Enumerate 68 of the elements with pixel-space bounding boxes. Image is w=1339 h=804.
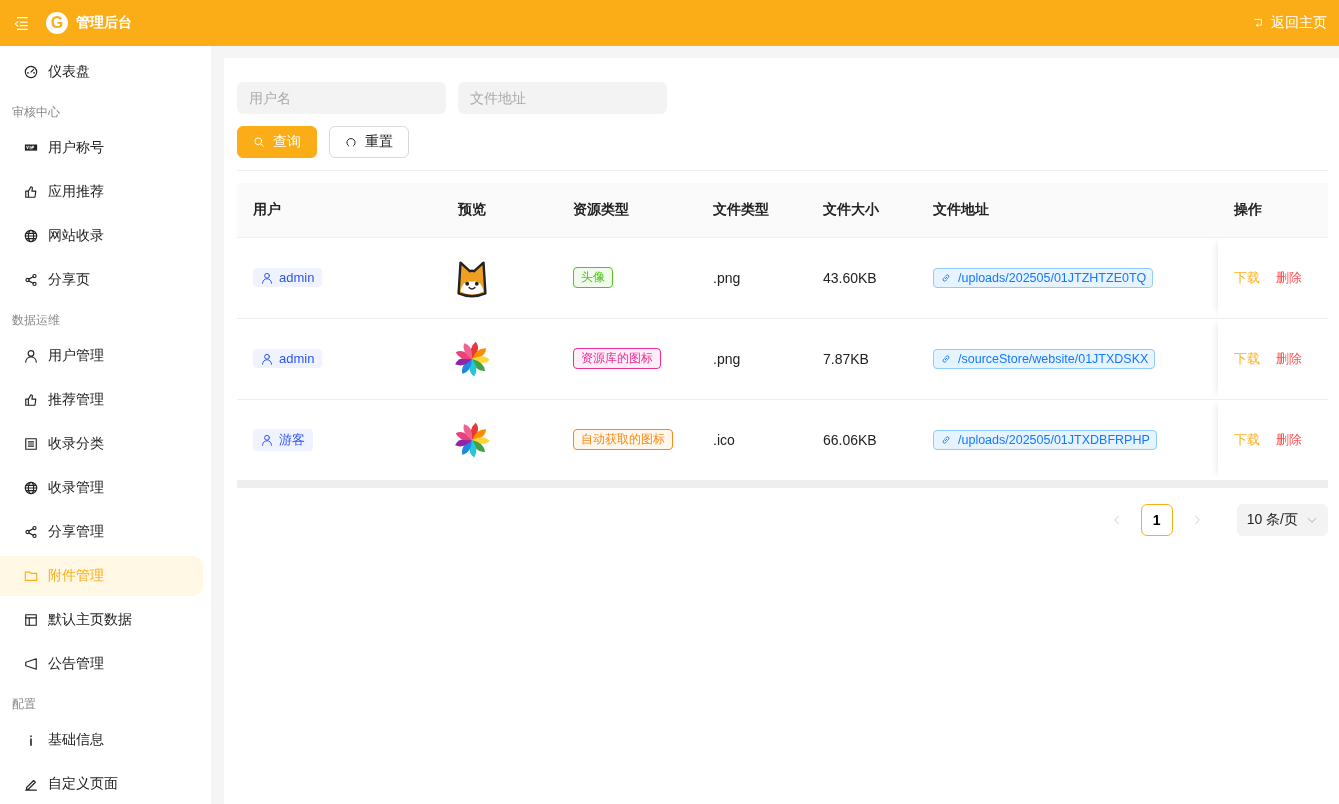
globe-icon — [24, 229, 38, 243]
user-icon — [24, 349, 38, 363]
menu-item[interactable]: 公告管理 — [0, 644, 203, 684]
reset-icon — [345, 136, 357, 148]
column-header: 操作 — [1234, 200, 1262, 217]
megaphone-icon — [24, 657, 38, 671]
file-path-link[interactable]: /sourceStore/website/01JTXDSKX — [933, 348, 1156, 369]
table-cell: 7.87KB — [823, 350, 869, 367]
column-header: 文件类型 — [713, 200, 769, 217]
table-cell: .png — [713, 269, 741, 286]
menu-item[interactable]: 仪表盘 — [0, 52, 203, 92]
user-tag: 游客 — [253, 428, 313, 451]
menu-item[interactable]: 基础信息 — [0, 720, 203, 760]
menu-group-label: 配置 — [11, 695, 37, 713]
menu-item[interactable]: 默认主页数据 — [0, 600, 203, 640]
link-icon — [940, 352, 952, 365]
link-icon — [940, 271, 952, 284]
resource-type-tag: 资源库的图标 — [573, 348, 661, 369]
table-cell: 66.06KB — [823, 431, 877, 448]
menu-item[interactable]: 用户管理 — [0, 336, 203, 376]
user-icon — [261, 271, 273, 284]
menu-item[interactable]: 推荐管理 — [0, 380, 203, 420]
menu-item[interactable]: 用户称号 — [0, 128, 203, 168]
thumbs-up-icon — [24, 185, 38, 199]
folder-icon — [24, 569, 38, 583]
search-field[interactable]: 用户名 — [237, 82, 446, 114]
menu-group-label: 数据运维 — [11, 311, 61, 329]
user-icon — [261, 352, 273, 365]
menu-item[interactable]: 分享管理 — [0, 512, 203, 552]
table-cell: .png — [713, 350, 741, 367]
share-icon — [24, 525, 38, 539]
table-cell: 43.60KB — [823, 269, 877, 286]
link-icon — [940, 433, 952, 446]
app-title: 管理后台 — [76, 14, 132, 32]
menu-item[interactable]: 收录管理 — [0, 468, 203, 508]
column-header: 文件大小 — [823, 200, 879, 217]
table-cell: .ico — [713, 431, 735, 448]
page-size-select[interactable]: 10 条/页 — [1236, 504, 1328, 536]
menu-item[interactable]: 网站收录 — [0, 216, 203, 256]
user-tag: admin — [253, 349, 323, 368]
gauge-icon — [24, 65, 38, 79]
file-path-link[interactable]: /uploads/202505/01JTXDBFRPHP — [933, 429, 1157, 450]
menu-group-label: 审核中心 — [11, 103, 61, 121]
menu-item[interactable]: 应用推荐 — [0, 172, 203, 212]
resource-type-tag: 自动获取的图标 — [573, 429, 673, 451]
thumbs-up-icon — [24, 393, 38, 407]
column-header: 文件地址 — [933, 200, 989, 217]
page-button[interactable]: 1 — [1140, 504, 1173, 536]
file-path-link[interactable]: /uploads/202505/01JTZHTZE0TQ — [933, 267, 1154, 288]
search-field[interactable]: 文件地址 — [458, 82, 667, 114]
user-icon — [261, 433, 273, 446]
layout-icon — [24, 613, 38, 627]
user-tag: admin — [253, 268, 323, 287]
search-icon — [253, 136, 265, 148]
pen-icon — [24, 777, 38, 791]
globe-icon — [24, 481, 38, 495]
menu-item[interactable]: 自定义页面 — [0, 764, 203, 804]
menu-item[interactable]: 分享页 — [0, 260, 203, 300]
column-header: 预览 — [458, 200, 486, 217]
logo: G — [46, 12, 68, 34]
menu-item[interactable]: 收录分类 — [0, 424, 203, 464]
share-icon — [24, 273, 38, 287]
column-header: 用户 — [253, 200, 281, 217]
resource-type-tag: 头像 — [573, 267, 613, 288]
list-icon — [24, 437, 38, 451]
reset-button[interactable]: 重置 — [329, 126, 409, 158]
menu-icon — [12, 14, 30, 32]
column-header: 资源类型 — [573, 200, 629, 217]
